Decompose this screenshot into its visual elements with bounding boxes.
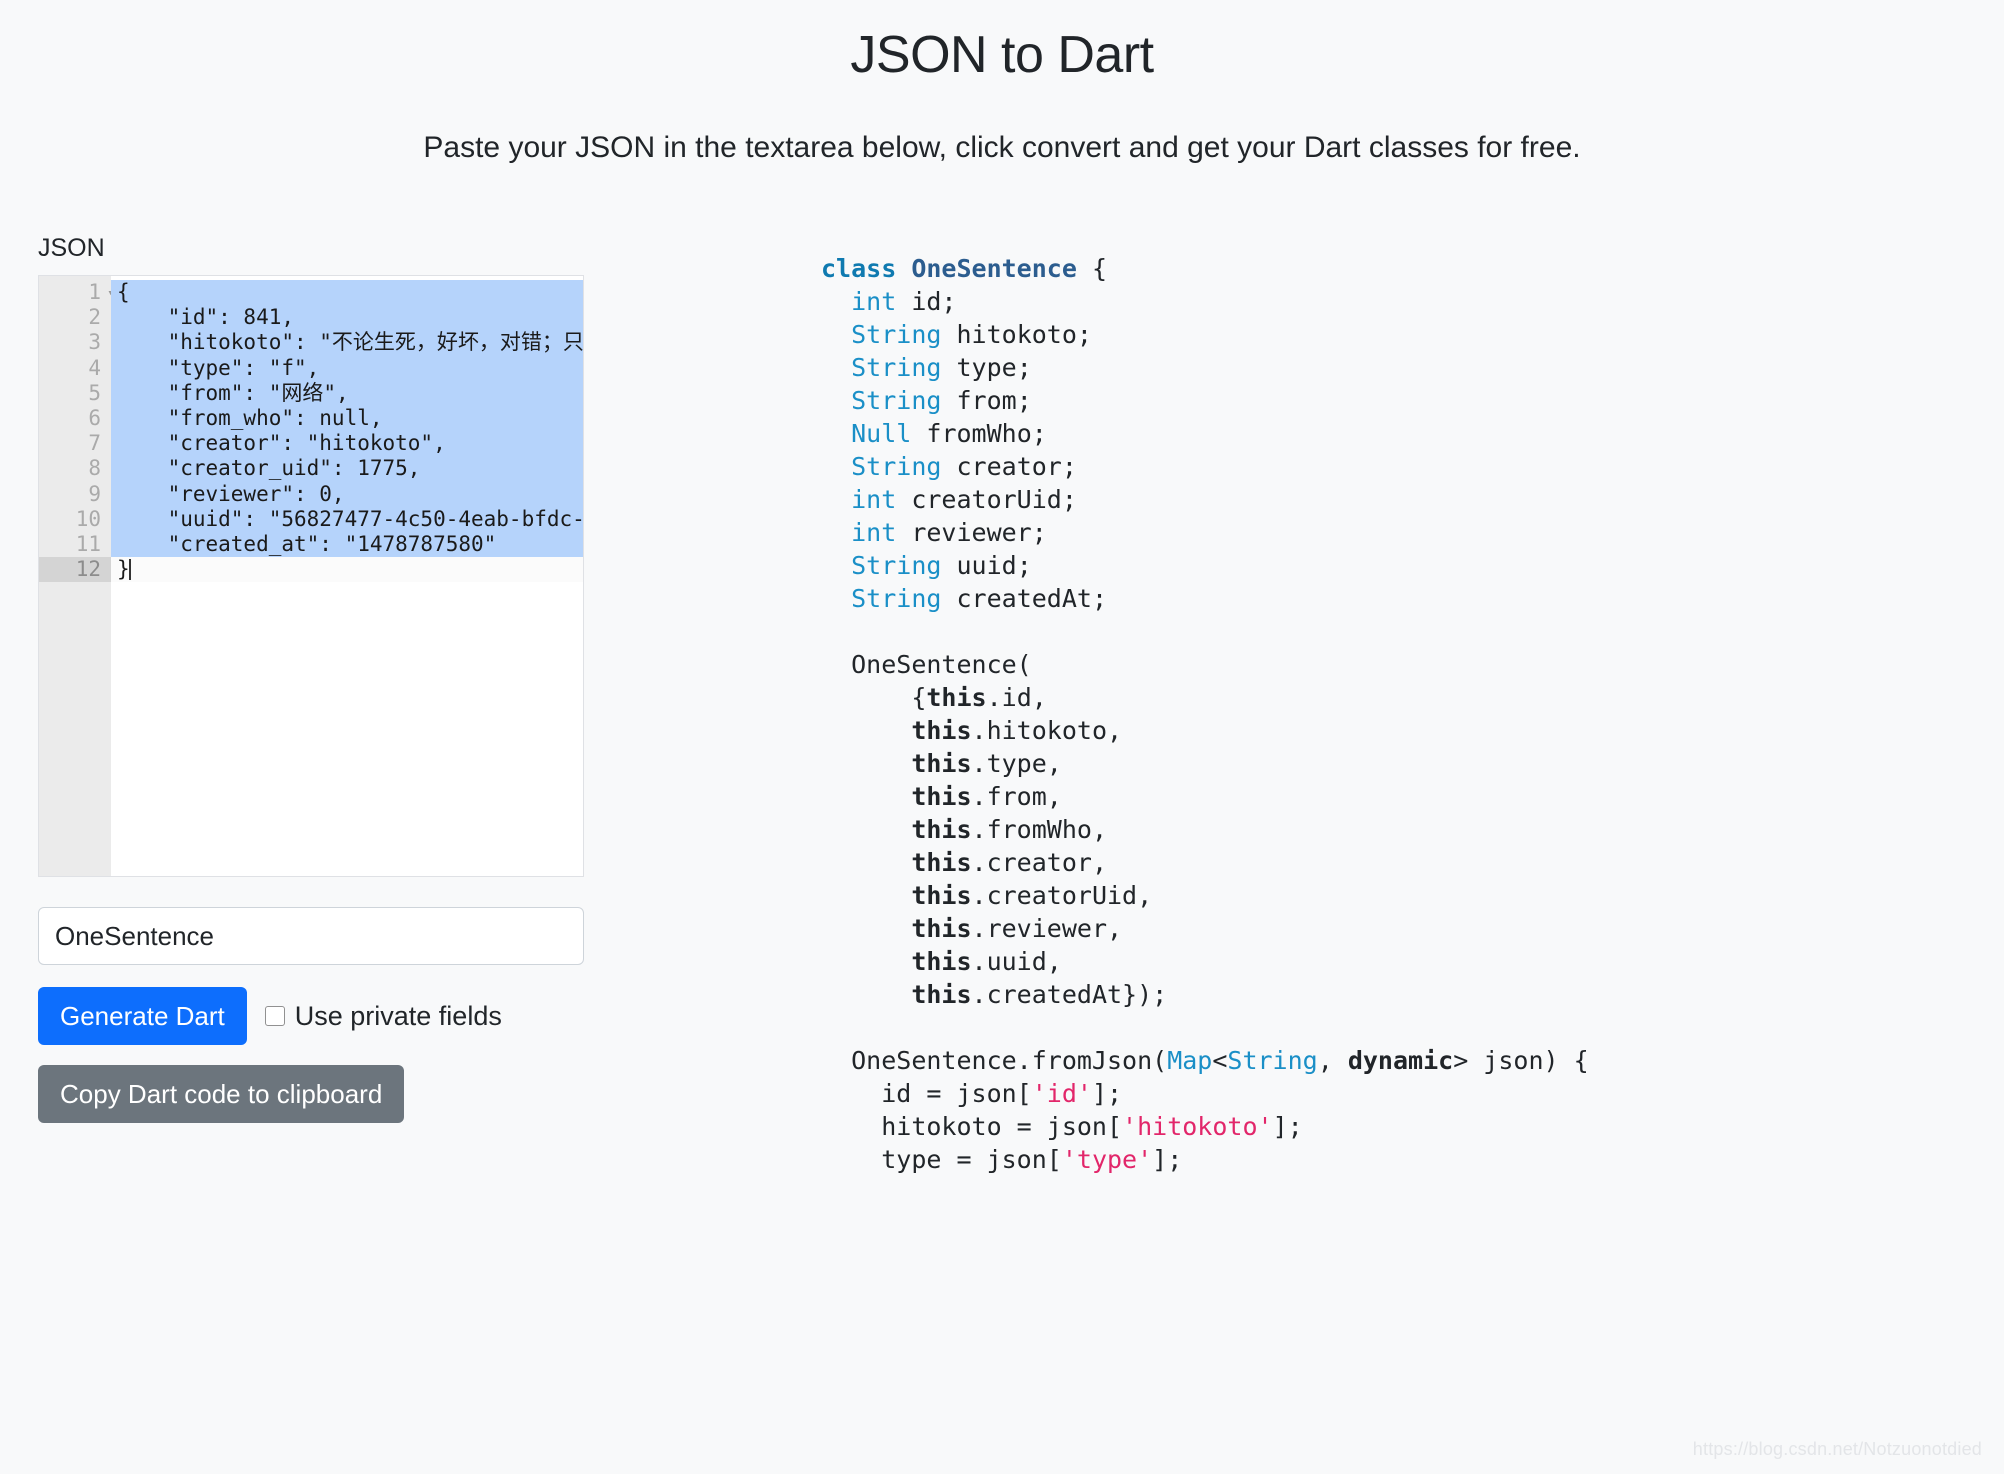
json-to-dart-page: JSON to Dart Paste your JSON in the text…	[0, 0, 2004, 1474]
code-line-9[interactable]: "reviewer": 0,	[111, 481, 583, 507]
code-line-11[interactable]: "created_at": "1478787580"	[111, 531, 583, 558]
gutter-line-2[interactable]: 2	[39, 305, 111, 330]
json-editor[interactable]: 1 ▾ 2 3 4 5 6 7 8 9 10 11 12	[38, 275, 584, 877]
editor-inner: 1 ▾ 2 3 4 5 6 7 8 9 10 11 12	[39, 276, 583, 876]
code-line-4[interactable]: "type": "f",	[111, 355, 583, 381]
class-name-input[interactable]	[38, 907, 584, 965]
generate-dart-button[interactable]: Generate Dart	[38, 987, 247, 1045]
code-line-8[interactable]: "creator_uid": 1775,	[111, 456, 583, 482]
code-line-2[interactable]: "id": 841,	[111, 305, 583, 331]
gutter-line-5[interactable]: 5	[39, 381, 111, 406]
code-line-12[interactable]: }	[111, 557, 583, 583]
code-line-10[interactable]: "uuid": "56827477-4c50-4eab-bfdc-e21c0	[111, 506, 583, 532]
copy-dart-code-button[interactable]: Copy Dart code to clipboard	[38, 1065, 405, 1123]
gutter-line-1[interactable]: 1 ▾	[39, 280, 114, 305]
page-header: JSON to Dart Paste your JSON in the text…	[0, 0, 2004, 167]
right-column: class OneSentence { int id; String hitok…	[815, 236, 2004, 1176]
gutter-line-8[interactable]: 8	[39, 456, 111, 481]
editor-code-area[interactable]: { "id": 841, "hitokoto": "不论生死，好坏，对错；只要 …	[111, 276, 583, 876]
gutter-line-7[interactable]: 7	[39, 431, 111, 456]
dart-output-code[interactable]: class OneSentence { int id; String hitok…	[821, 236, 2004, 1176]
watermark: https://blog.csdn.net/Notzuonotdied	[1692, 1439, 1982, 1459]
text-caret	[128, 559, 131, 581]
action-button-row: Generate Dart Use private fields	[38, 987, 815, 1045]
private-fields-checkbox[interactable]	[264, 1006, 285, 1026]
gutter-line-3[interactable]: 3	[39, 330, 111, 355]
main-columns: JSON 1 ▾ 2 3 4 5 6 7 8	[0, 236, 2004, 1176]
gutter-line-12[interactable]: 12	[39, 557, 111, 583]
code-line-5[interactable]: "from": "网络",	[111, 380, 583, 406]
gutter-line-9[interactable]: 9	[39, 482, 111, 507]
left-column: JSON 1 ▾ 2 3 4 5 6 7 8	[0, 236, 815, 1176]
page-title: JSON to Dart	[850, 26, 1154, 84]
gutter-line-11[interactable]: 11	[39, 532, 111, 557]
editor-gutter: 1 ▾ 2 3 4 5 6 7 8 9 10 11 12	[39, 276, 114, 876]
gutter-line-4[interactable]: 4	[39, 356, 111, 381]
page-subtitle: Paste your JSON in the textarea below, c…	[423, 131, 1581, 165]
gutter-line-6[interactable]: 6	[39, 406, 111, 431]
json-label: JSON	[38, 234, 105, 262]
private-fields-control[interactable]: Use private fields	[264, 1000, 502, 1031]
gutter-line-10[interactable]: 10	[39, 507, 111, 532]
code-line-3[interactable]: "hitokoto": "不论生死，好坏，对错；只要	[111, 330, 583, 356]
code-line-7[interactable]: "creator": "hitokoto",	[111, 431, 583, 457]
code-line-6[interactable]: "from_who": null,	[111, 405, 583, 432]
private-fields-label: Use private fields	[294, 1000, 502, 1031]
code-line-1[interactable]: {	[111, 280, 583, 306]
